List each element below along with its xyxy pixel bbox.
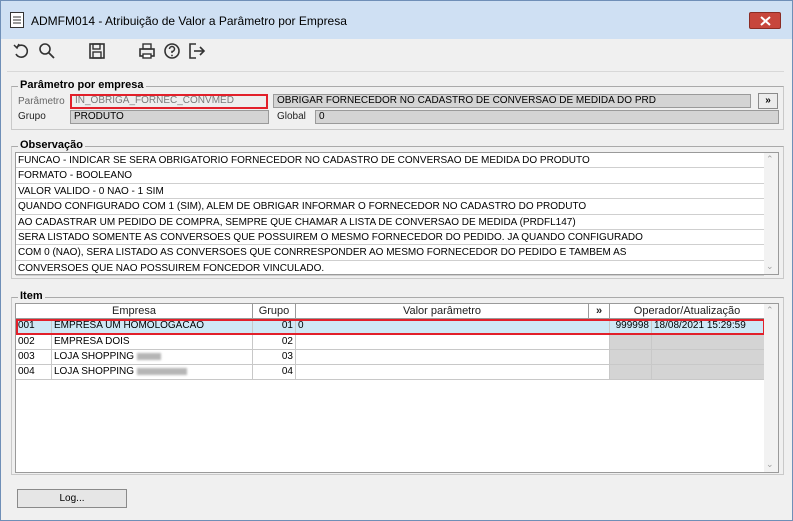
observacao-line: VALOR VALIDO - 0 NAO - 1 SIM <box>16 184 764 200</box>
scroll-up-icon[interactable]: ⌃ <box>766 154 774 165</box>
search-icon <box>39 43 55 59</box>
print-button[interactable] <box>137 41 157 61</box>
print-icon <box>139 43 155 59</box>
observacao-line: COM 0 (NAO), SERA LISTADO AS CONVERSOES … <box>16 245 764 261</box>
observacao-title: Observação <box>18 139 85 151</box>
scroll-up-icon[interactable]: ⌃ <box>766 305 774 316</box>
save-button[interactable] <box>87 41 107 61</box>
param-group-title: Parâmetro por empresa <box>18 79 146 91</box>
param-lookup-button[interactable]: » <box>758 93 778 109</box>
param-label: Parâmetro <box>18 96 65 107</box>
search-button[interactable] <box>37 41 57 61</box>
row-operador <box>610 335 652 350</box>
row-code[interactable]: 004 <box>16 365 52 380</box>
row-operador <box>610 350 652 365</box>
global-label: Global <box>277 111 306 122</box>
refresh-button[interactable] <box>11 41 31 61</box>
column-header-operador[interactable]: Operador/Atualização <box>610 304 765 319</box>
help-button[interactable] <box>162 41 182 61</box>
toolbar <box>1 39 792 65</box>
observacao-line: QUANDO CONFIGURADO COM 1 (SIM), ALEM DE … <box>16 199 764 215</box>
row-data <box>652 365 765 380</box>
item-grid-scrollbar[interactable]: ⌃ ⌄ <box>764 304 778 472</box>
global-field: 0 <box>315 110 779 124</box>
log-button[interactable]: Log... <box>17 489 127 508</box>
row-valor[interactable] <box>296 335 610 350</box>
row-data <box>652 350 765 365</box>
observacao-text-area[interactable]: FUNCAO - INDICAR SE SERA OBRIGATORIO FOR… <box>15 152 779 277</box>
observacao-line: FUNCAO - INDICAR SE SERA OBRIGATORIO FOR… <box>16 153 764 169</box>
observacao-line: SERA LISTADO SOMENTE AS CONVERSOES QUE P… <box>16 230 764 246</box>
row-valor[interactable] <box>296 365 610 380</box>
row-operador <box>610 365 652 380</box>
column-header-valor[interactable]: Valor parâmetro <box>296 304 589 319</box>
refresh-icon <box>13 43 29 58</box>
row-grupo[interactable]: 03 <box>253 350 296 365</box>
grupo-label: Grupo <box>18 111 46 122</box>
redacted-text <box>137 352 162 360</box>
item-title: Item <box>18 290 45 302</box>
close-button[interactable] <box>749 12 781 29</box>
row-empresa: LOJA SHOPPING <box>54 351 135 362</box>
row-data <box>652 335 765 350</box>
observacao-scrollbar[interactable]: ⌃ ⌄ <box>764 153 778 274</box>
column-header-grupo[interactable]: Grupo <box>253 304 296 319</box>
save-icon <box>89 43 105 59</box>
row-grupo[interactable]: 02 <box>253 335 296 350</box>
redacted-text <box>137 367 188 375</box>
app-window: ADMFM014 - Atribuição de Valor a Parâmet… <box>0 0 793 521</box>
close-icon <box>760 16 771 26</box>
scroll-down-icon[interactable]: ⌄ <box>766 261 774 272</box>
observacao-line: CONVERSOES QUE NAO POSSUIREM FONCEDOR VI… <box>16 261 764 277</box>
row-code[interactable]: 002 <box>16 335 52 350</box>
row-empresa-cell[interactable]: LOJA SHOPPING <box>52 350 253 365</box>
observacao-line: AO CADASTRAR UM PEDIDO DE COMPRA, SEMPRE… <box>16 215 764 230</box>
param-description-field: OBRIGAR FORNECEDOR NO CADASTRO DE CONVER… <box>273 94 751 108</box>
exit-icon <box>189 43 206 59</box>
scroll-down-icon[interactable]: ⌄ <box>766 459 774 470</box>
valor-lookup-button[interactable]: » <box>589 304 610 319</box>
title-bar: ADMFM014 - Atribuição de Valor a Parâmet… <box>1 1 792 39</box>
help-icon <box>164 43 180 59</box>
observacao-line: FORMATO - BOOLEANO <box>16 168 764 184</box>
column-header-empresa[interactable]: Empresa <box>16 304 253 319</box>
row-valor[interactable] <box>296 350 610 365</box>
row-empresa-cell[interactable]: LOJA SHOPPING <box>52 365 253 380</box>
item-grid: Empresa Grupo Valor parâmetro » Operador… <box>15 303 779 473</box>
grupo-field: PRODUTO <box>70 110 269 124</box>
toolbar-divider <box>7 71 784 72</box>
row-code[interactable]: 003 <box>16 350 52 365</box>
window-title: ADMFM014 - Atribuição de Valor a Parâmet… <box>31 14 347 28</box>
selected-row-highlight <box>16 319 765 335</box>
row-empresa[interactable]: EMPRESA DOIS <box>52 335 253 350</box>
exit-button[interactable] <box>187 41 207 61</box>
row-grupo[interactable]: 04 <box>253 365 296 380</box>
document-icon <box>10 12 24 28</box>
row-empresa: LOJA SHOPPING <box>54 366 135 377</box>
param-field[interactable]: IN_OBRIGA_FORNEC_CONVMED <box>70 94 268 109</box>
